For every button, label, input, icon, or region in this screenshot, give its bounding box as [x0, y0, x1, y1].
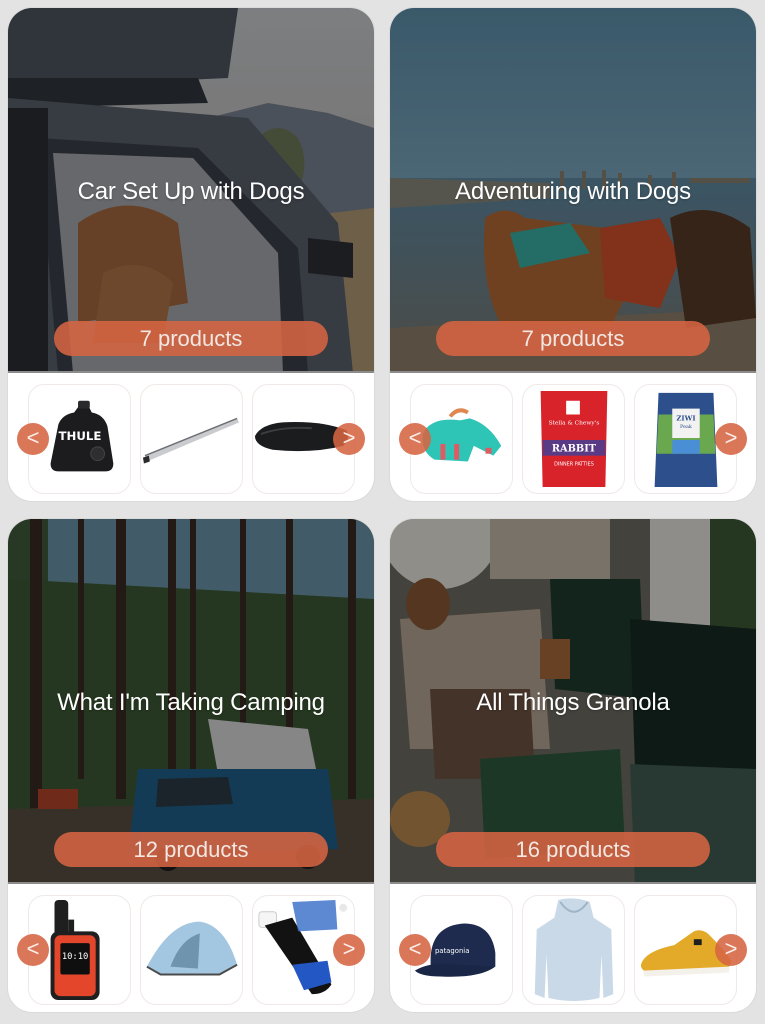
product-carousel: < 10:10 > [8, 884, 374, 1012]
carousel-prev-button[interactable]: < [17, 934, 49, 966]
carousel-next-button[interactable]: > [333, 423, 365, 455]
product-carousel: < RABBIT Stella & Chewy's DINNER PATTIES [390, 373, 756, 501]
cap-brand-label: patagonia [435, 947, 469, 955]
carousel-prev-button[interactable]: < [17, 423, 49, 455]
product-count-button[interactable]: 7 products [436, 321, 710, 356]
gps-screen-time: 10:10 [62, 952, 89, 962]
svg-text:ZIWI: ZIWI [676, 414, 695, 422]
collection-hero[interactable]: Car Set Up with Dogs 7 products [8, 8, 374, 373]
carousel-next-button[interactable]: > [715, 423, 747, 455]
collection-card-adventuring: Adventuring with Dogs 7 products < RABBI… [390, 8, 756, 501]
collection-hero[interactable]: All Things Granola 16 products [390, 519, 756, 884]
collection-title: Adventuring with Dogs [455, 178, 691, 205]
svg-text:DINNER PATTIES: DINNER PATTIES [554, 461, 594, 467]
collection-title: What I'm Taking Camping [57, 689, 325, 716]
product-count-button[interactable]: 7 products [54, 321, 328, 356]
svg-text:RABBIT: RABBIT [552, 444, 597, 455]
hoodie-icon [534, 898, 614, 1001]
product-thumbnail[interactable] [140, 384, 243, 494]
svg-text:Stella & Chewy's: Stella & Chewy's [549, 420, 600, 426]
product-carousel: < patagonia > [390, 884, 756, 1012]
svg-text:Peak: Peak [680, 424, 692, 430]
collection-card-car-setup: Car Set Up with Dogs 7 products < THULE [8, 8, 374, 501]
carousel-next-button[interactable]: > [715, 934, 747, 966]
collection-card-granola: All Things Granola 16 products < patagon… [390, 519, 756, 1012]
carousel-prev-button[interactable]: < [399, 423, 431, 455]
product-thumbnail[interactable]: RABBIT Stella & Chewy's DINNER PATTIES [522, 384, 625, 494]
product-thumbnail[interactable] [140, 895, 243, 1005]
svg-text:THULE: THULE [59, 429, 102, 443]
product-carousel: < THULE > [8, 373, 374, 501]
collection-title: All Things Granola [476, 689, 670, 716]
carousel-prev-button[interactable]: < [399, 934, 431, 966]
crossbar-icon [142, 417, 240, 464]
collection-hero[interactable]: What I'm Taking Camping 12 products [8, 519, 374, 884]
collection-hero[interactable]: Adventuring with Dogs 7 products [390, 8, 756, 373]
product-thumbnail[interactable] [522, 895, 625, 1005]
dog-food-bag-icon: RABBIT Stella & Chewy's DINNER PATTIES [540, 390, 608, 488]
collection-title: Car Set Up with Dogs [77, 178, 305, 205]
collection-card-camping: What I'm Taking Camping 12 products < 10… [8, 519, 374, 1012]
tent-icon [146, 921, 238, 976]
product-count-button[interactable]: 12 products [54, 832, 328, 867]
carousel-next-button[interactable]: > [333, 934, 365, 966]
product-count-button[interactable]: 16 products [436, 832, 710, 867]
